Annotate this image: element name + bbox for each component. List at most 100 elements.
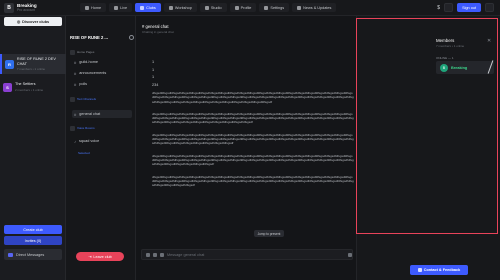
hash-icon: # xyxy=(74,81,77,87)
section-icon xyxy=(70,125,75,131)
message-text: dfsgsdfdfsgsdfdfsgsdfdfsgsdfdfsgsdfdfsgs… xyxy=(152,111,354,125)
create-club-button[interactable]: Create club xyxy=(4,225,62,234)
tab-label: Settings xyxy=(270,5,285,10)
section-label: Home Pages xyxy=(77,50,95,54)
message-text: dfsgsdfdfsgsdfdfsgsdfdfsgsdfdfsgsdfdfsgs… xyxy=(152,132,354,146)
server-header[interactable]: RISE OF RUNE 2 ... xyxy=(70,33,134,41)
club-avatar: R xyxy=(5,59,14,69)
channel-name: announcements xyxy=(79,71,107,75)
tab-label: Workshop xyxy=(174,5,192,10)
feedback-icon xyxy=(417,268,422,272)
hash-icon: # xyxy=(74,111,77,117)
brand-subtitle: Pro account xyxy=(17,8,36,12)
channel-name: general chat xyxy=(79,112,101,116)
message-text: dfsgsdfdfsgsdfdfsgsdfdfsgsdfdfsgsdfdfsgs… xyxy=(152,153,354,167)
emoji-icon[interactable] xyxy=(160,252,164,257)
tab-label: Live xyxy=(120,5,128,10)
attach-icon[interactable] xyxy=(146,252,150,257)
gif-icon[interactable] xyxy=(153,252,157,257)
channel-guild-home[interactable]: # guild-home xyxy=(72,58,132,66)
home-icon xyxy=(85,5,89,10)
member-name: Breaking xyxy=(451,65,468,70)
tab-label: News & Updates xyxy=(303,5,332,10)
brand-text: Breaking Pro account xyxy=(17,3,37,13)
dm-label: Direct Messages xyxy=(16,252,45,257)
contact-feedback-button[interactable]: Contact & Feedback xyxy=(410,265,468,275)
send-icon[interactable] xyxy=(348,252,352,257)
discover-clubs-button[interactable]: ◎ Discover clubs xyxy=(4,17,62,26)
channel-squad-voice[interactable]: ♪ squad voice xyxy=(72,137,132,145)
chat-title: # general chat xyxy=(142,24,169,29)
speaker-icon: ♪ xyxy=(74,138,76,144)
gear-icon[interactable] xyxy=(129,34,134,40)
leave-club-button[interactable]: ⇥ Leave club xyxy=(76,252,124,261)
message-list[interactable]: 1 1 1 234 dfsgsdfdfsgsdfdfsgsdfdfsgsdfdf… xyxy=(152,59,354,249)
section-icon xyxy=(70,96,75,102)
currency-icon[interactable]: $ xyxy=(437,5,440,11)
section-label: Voice Rooms xyxy=(77,126,95,130)
member-item[interactable]: B Breaking xyxy=(436,61,494,74)
studio-icon xyxy=(204,5,209,10)
discover-label: Discover clubs xyxy=(22,19,50,24)
tab-live[interactable]: Live xyxy=(109,3,133,12)
club-item-the-settlers[interactable]: S The Settlers 2 members • 1 online xyxy=(0,77,66,97)
top-right-controls: $ Sign out xyxy=(437,3,494,12)
highlight-box xyxy=(356,18,498,234)
channel-list xyxy=(66,16,136,280)
club-name: RISE OF RUNE 2 DEV CHAT xyxy=(16,57,56,66)
channel-general-chat[interactable]: # general chat xyxy=(72,110,132,118)
chat-header: # general chat Chatting in general chat xyxy=(142,24,350,34)
section-text-channels[interactable]: Text Channels xyxy=(70,96,96,102)
hash-icon: # xyxy=(74,59,77,65)
section-label: Text Channels xyxy=(77,97,97,101)
section-voice-rooms[interactable]: Voice Rooms xyxy=(70,125,95,131)
live-icon xyxy=(114,5,119,10)
exit-icon: ⇥ xyxy=(88,255,92,259)
tab-label: Clubs xyxy=(146,5,156,10)
message-icon xyxy=(8,252,13,257)
channel-name: squad voice xyxy=(79,139,100,143)
tab-profile[interactable]: Profile xyxy=(229,3,257,12)
selected-label: Selected xyxy=(78,151,90,155)
close-icon[interactable]: ✕ xyxy=(487,38,491,44)
message-composer xyxy=(141,249,353,260)
club-item-rise-of-rune[interactable]: R RISE OF RUNE 2 DEV CHAT 7 members • 1 … xyxy=(0,54,66,74)
sign-out-button[interactable]: Sign out xyxy=(457,3,481,12)
invites-button[interactable]: Invites (0) xyxy=(4,236,62,245)
section-home-pages[interactable]: Home Pages xyxy=(70,49,94,55)
chat-panel: # general chat Chatting in general chat … xyxy=(136,16,356,280)
gear-icon xyxy=(264,5,269,10)
message-input[interactable] xyxy=(167,252,345,257)
channel-announcements[interactable]: # announcements xyxy=(72,69,132,77)
message-text: 1 xyxy=(152,67,155,72)
message-text: 1 xyxy=(152,75,155,79)
tab-clubs[interactable]: Clubs xyxy=(135,3,161,12)
club-meta: 7 members • 1 online xyxy=(16,66,46,71)
direct-messages-button[interactable]: Direct Messages xyxy=(4,249,62,260)
contact-label: Contact & Feedback xyxy=(423,268,461,272)
avatar: B xyxy=(440,63,448,72)
nav-tabs: Home Live Clubs Workshop Studio Profile … xyxy=(80,3,337,12)
workshop-icon xyxy=(168,5,173,10)
jump-to-present-button[interactable]: Jump to present xyxy=(254,230,284,237)
channel-name: polls xyxy=(79,82,88,86)
section-icon xyxy=(70,49,75,55)
clubs-icon xyxy=(140,5,145,10)
member-group-label: ONLINE — 1 xyxy=(436,56,454,60)
brand[interactable]: B Breaking Pro account xyxy=(4,2,64,14)
menu-icon[interactable] xyxy=(485,3,494,12)
news-icon xyxy=(297,5,302,10)
tab-label: Studio xyxy=(210,5,222,10)
club-info: The Settlers 2 members • 1 online xyxy=(15,82,43,91)
tab-home[interactable]: Home xyxy=(80,3,107,12)
channel-polls[interactable]: # polls xyxy=(72,80,132,88)
tab-studio[interactable]: Studio xyxy=(199,3,227,12)
tab-settings[interactable]: Settings xyxy=(259,3,290,12)
members-title: Members xyxy=(436,38,455,43)
tab-label: Profile xyxy=(240,5,252,10)
club-info: RISE OF RUNE 2 DEV CHAT 7 members • 1 on… xyxy=(17,57,66,71)
tab-workshop[interactable]: Workshop xyxy=(163,3,197,12)
tab-news[interactable]: News & Updates xyxy=(292,3,337,12)
chat-subtitle: Chatting in general chat xyxy=(142,30,174,34)
notifications-icon[interactable] xyxy=(444,3,454,12)
